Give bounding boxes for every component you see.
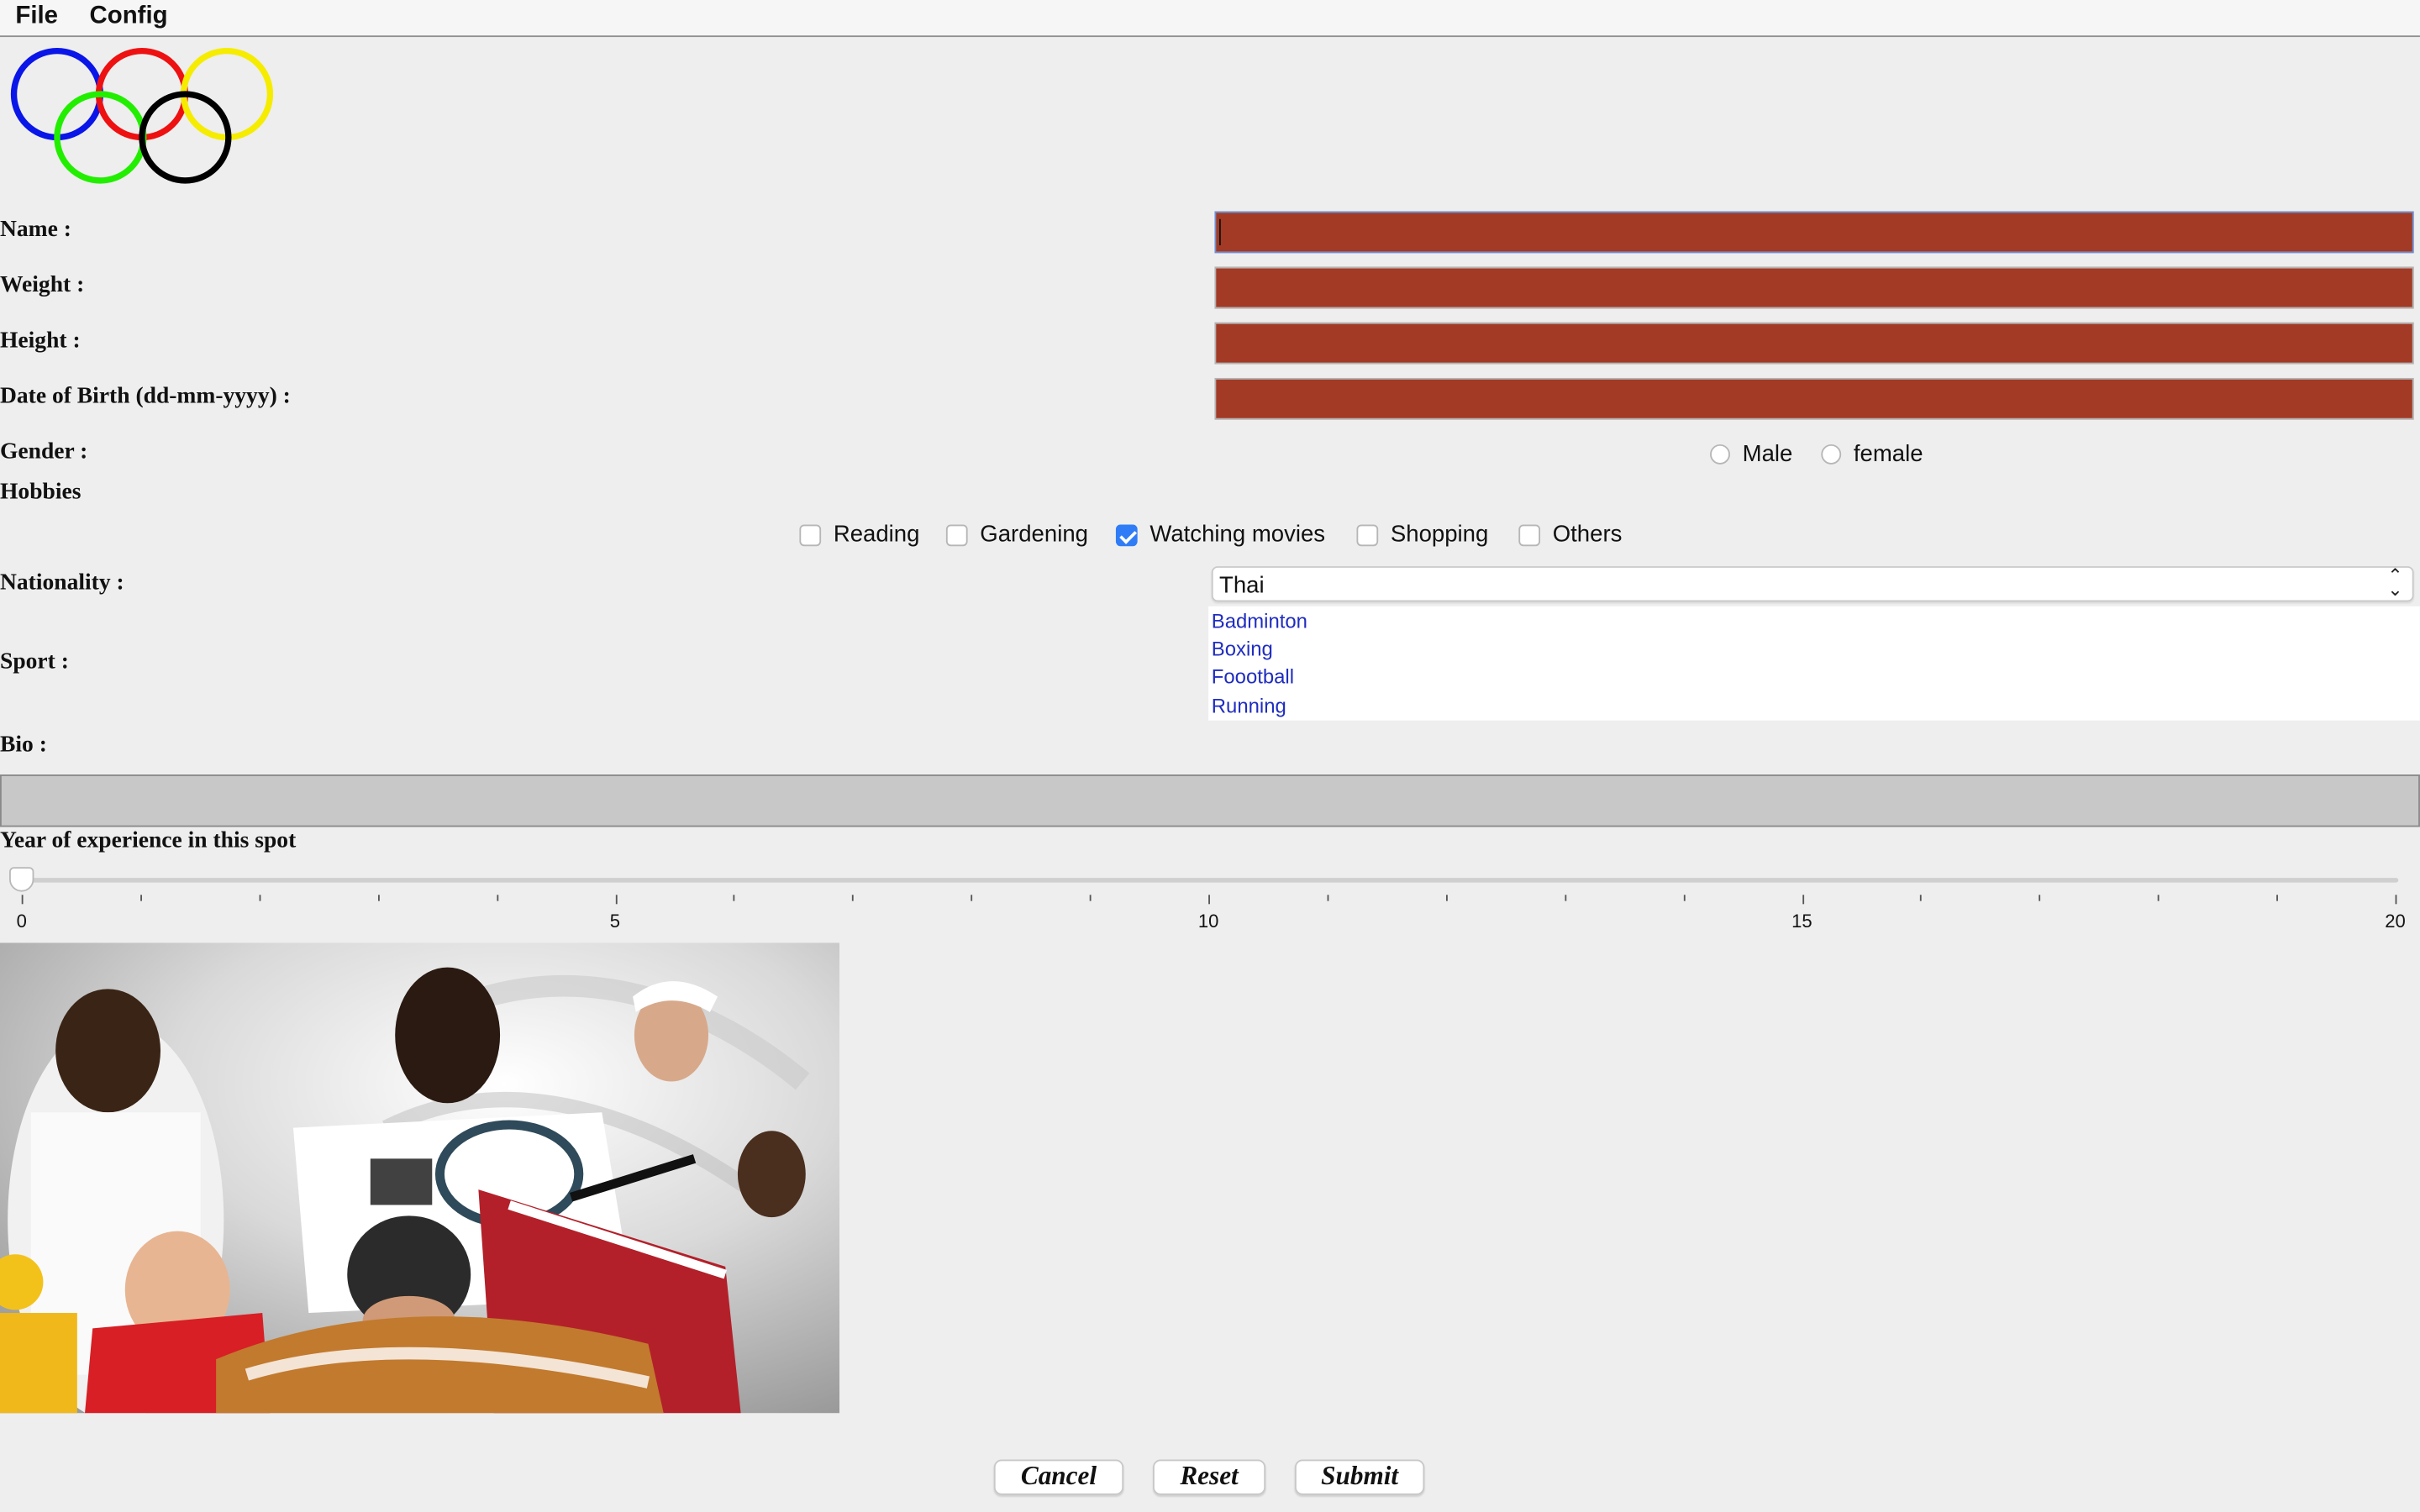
gender-female-label[interactable]: female [1854,441,1923,467]
nationality-select[interactable]: Thai ⌃ ⌄ [1211,564,2414,602]
slider-tick [2395,895,2397,905]
hobby-reading-checkbox[interactable] [799,524,822,547]
slider-tick [2039,895,2041,901]
hobby-shopping-checkbox[interactable] [1356,524,1379,547]
slider-tick [259,895,261,901]
slider-tick [496,895,498,901]
nationality-label: Nationality : [0,570,124,596]
menu-bar: File Config [0,0,2420,38]
slider-tick [2158,895,2160,901]
slider-tick [1445,895,1448,901]
weight-label: Weight : [0,273,85,298]
sport-list-item[interactable]: Badminton [1212,609,1307,633]
bio-textarea[interactable] [0,774,2420,827]
slider-tick [21,895,24,905]
slider-tick [614,895,617,905]
slider-tick [2276,895,2279,901]
gender-male-label[interactable]: Male [1743,441,1793,467]
nationality-select-value: Thai [1218,572,1265,599]
sport-list[interactable]: Badminton Boxing Foootball Running [1208,606,2420,721]
sport-label: Sport : [0,649,69,675]
hobby-others-label[interactable]: Others [1553,522,1623,548]
hobby-others-checkbox[interactable] [1518,524,1541,547]
hobby-gardening-checkbox[interactable] [945,524,968,547]
text-caret [1218,218,1221,246]
slider-tick [139,895,142,901]
submit-button[interactable]: Submit [1294,1459,1425,1495]
hobby-gardening-label[interactable]: Gardening [980,522,1088,548]
slider-tick-label: 5 [609,910,621,932]
slider-tick [1564,895,1566,901]
updown-chevron-icon: ⌃ ⌄ [2387,564,2403,601]
slider-tick [1208,895,1210,905]
dob-label: Date of Birth (dd-mm-yyyy) : [0,384,291,409]
menu-config[interactable]: Config [87,3,171,31]
hobby-reading-label[interactable]: Reading [834,522,920,548]
experience-label: Year of experience in this spot [0,828,297,853]
slider-tick [1802,895,1804,905]
experience-slider-track[interactable] [21,878,2399,883]
slider-tick-label: 20 [2385,910,2406,932]
slider-tick [971,895,973,901]
slider-tick-label: 10 [1197,910,1219,932]
weight-field[interactable] [1214,266,2414,309]
bio-label: Bio : [0,732,47,758]
gender-label: Gender : [0,439,88,465]
hobby-watching-movies-label[interactable]: Watching movies [1150,522,1325,548]
slider-tick [734,895,735,901]
height-field[interactable] [1214,322,2414,365]
slider-tick-label: 15 [1791,910,1812,932]
sport-list-item[interactable]: Foootball [1212,665,1294,689]
name-field[interactable] [1214,211,2414,254]
hobby-shopping-label[interactable]: Shopping [1391,522,1488,548]
name-label: Name : [0,217,71,243]
experience-slider-thumb[interactable] [9,867,34,892]
slider-tick [377,895,380,901]
gender-female-radio[interactable] [1821,444,1842,465]
slider-tick-label: 0 [16,910,27,932]
gender-male-radio[interactable] [1710,444,1730,465]
sport-list-item[interactable]: Boxing [1212,638,1273,661]
dob-field[interactable] [1214,377,2414,420]
cancel-button[interactable]: Cancel [993,1459,1124,1495]
height-label: Height : [0,328,81,354]
hobbies-label: Hobbies [0,480,82,505]
hobby-watching-movies-checkbox[interactable] [1115,524,1138,547]
slider-tick [1089,895,1092,901]
reset-button[interactable]: Reset [1153,1459,1266,1495]
athletes-photo [0,942,840,1414]
slider-tick [1327,895,1329,901]
olympic-rings-logo [10,47,274,184]
slider-tick [1920,895,1923,901]
menu-file[interactable]: File [13,3,61,31]
sport-list-item[interactable]: Running [1212,695,1286,718]
slider-tick [1683,895,1685,901]
slider-tick [852,895,855,901]
